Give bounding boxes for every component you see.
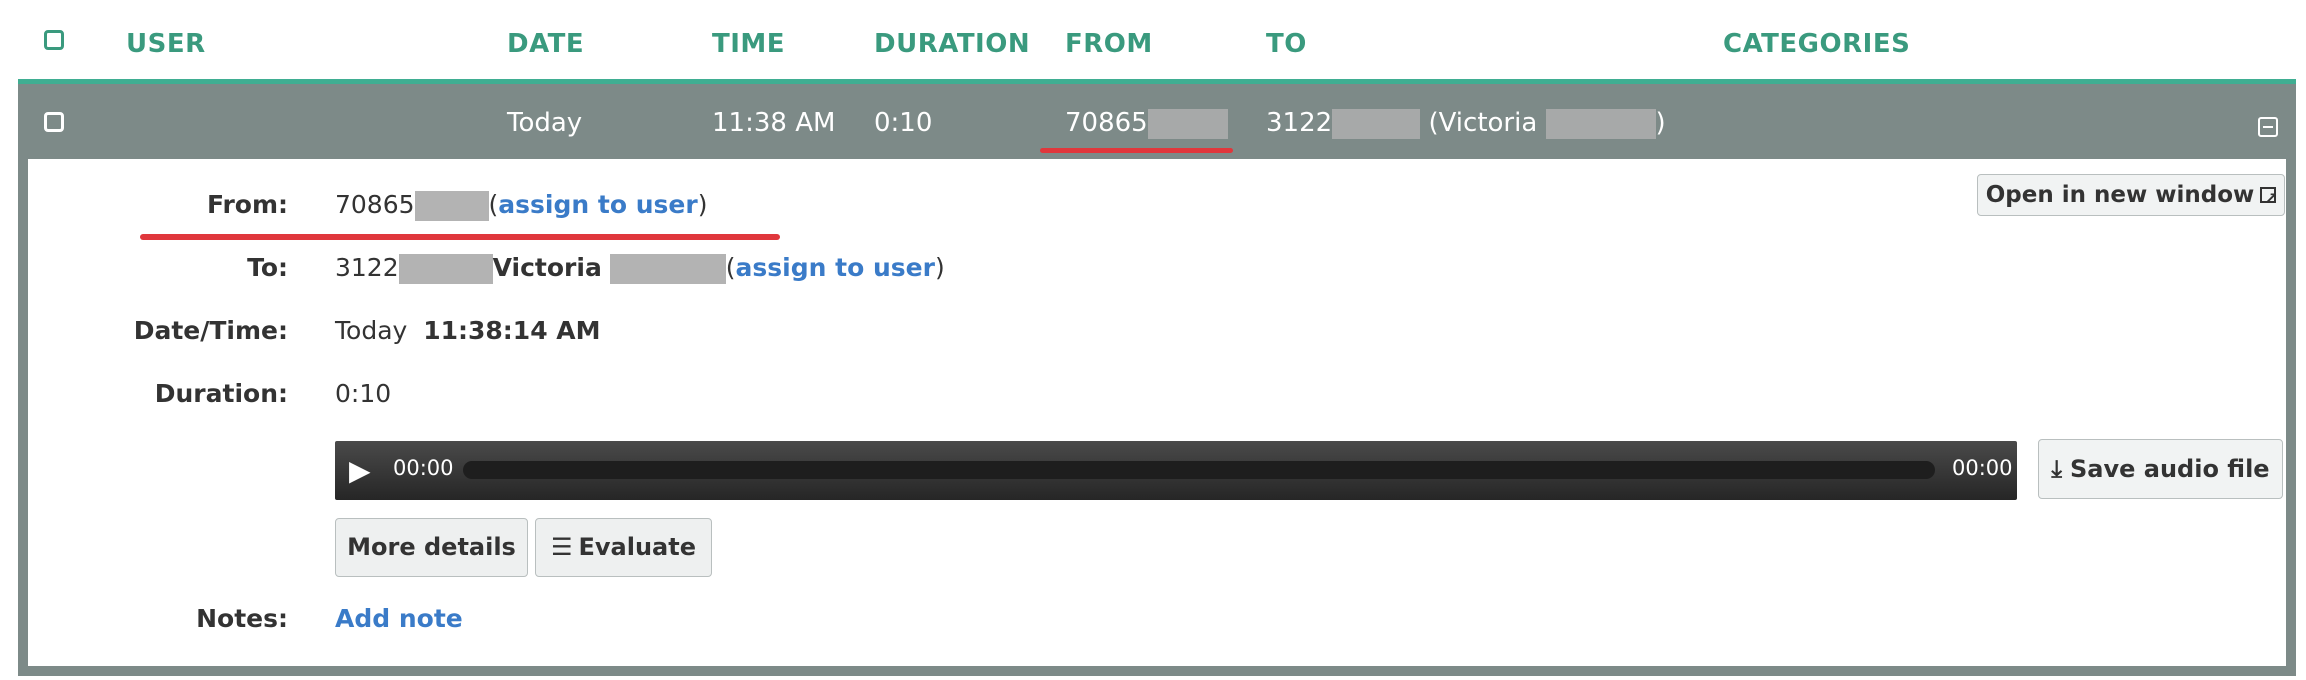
evaluate-label: Evaluate xyxy=(578,533,697,561)
row-to-close: ) xyxy=(1655,108,1666,138)
row-duration: 0:10 xyxy=(874,108,933,138)
open-new-window-label: Open in new window xyxy=(1985,182,2255,208)
open-new-window-button[interactable]: Open in new window xyxy=(1977,174,2285,219)
row-checkbox[interactable] xyxy=(44,112,64,132)
from-number: 70865 xyxy=(335,190,415,219)
row-date: Today xyxy=(507,108,583,138)
redacted-block xyxy=(398,254,493,284)
download-icon: ⤓ xyxy=(2051,455,2062,483)
add-note-link[interactable]: Add note xyxy=(335,604,463,633)
to-name: Victoria xyxy=(492,253,602,282)
redacted-block xyxy=(1545,108,1656,139)
datetime-value: Today 11:38:14 AM xyxy=(335,316,601,345)
row-to-number: 3122 xyxy=(1266,108,1333,138)
column-time[interactable]: TIME xyxy=(712,29,785,59)
audio-player: ▶ 00:00 00:00 xyxy=(335,441,2017,500)
redacted-block xyxy=(1332,108,1421,139)
call-detail-body: Open in new window From: 70865(assign to… xyxy=(28,159,2286,666)
duration-label: Duration: xyxy=(154,379,288,408)
redacted-block xyxy=(414,191,489,221)
highlight-underline xyxy=(140,234,780,240)
audio-progress-track[interactable] xyxy=(463,461,1935,479)
collapse-icon[interactable] xyxy=(2258,117,2278,137)
call-detail-panel: Open in new window From: 70865(assign to… xyxy=(18,159,2296,676)
select-all-checkbox[interactable] xyxy=(44,30,64,50)
time-value: 11:38:14 AM xyxy=(423,316,601,345)
row-to: 3122 (Victoria ) xyxy=(1266,108,1666,139)
row-to-name: (Victoria xyxy=(1428,108,1538,138)
more-details-button[interactable]: More details xyxy=(335,518,528,577)
save-audio-file-button[interactable]: ⤓ Save audio file xyxy=(2038,439,2283,499)
table-header: USER DATE TIME DURATION FROM TO CATEGORI… xyxy=(18,6,2296,79)
save-audio-label: Save audio file xyxy=(2070,455,2270,483)
player-total-time: 00:00 xyxy=(1952,456,2013,480)
assign-to-user-link-to[interactable]: assign to user xyxy=(736,253,935,282)
row-time: 11:38 AM xyxy=(712,108,836,138)
to-label: To: xyxy=(247,253,288,282)
row-from: 70865 xyxy=(1065,108,1228,139)
column-duration[interactable]: DURATION xyxy=(874,29,1030,59)
datetime-label: Date/Time: xyxy=(133,316,288,345)
external-link-icon xyxy=(2260,179,2278,219)
play-icon[interactable]: ▶ xyxy=(349,454,371,487)
player-current-time: 00:00 xyxy=(393,456,454,480)
from-label: From: xyxy=(206,190,288,219)
to-value: 3122 Victoria (assign to user) xyxy=(335,253,945,284)
column-to[interactable]: TO xyxy=(1266,29,1307,59)
row-from-number: 70865 xyxy=(1065,108,1148,138)
notes-label: Notes: xyxy=(196,604,288,633)
evaluate-button[interactable]: ☰ Evaluate xyxy=(535,518,712,577)
redacted-block xyxy=(1147,108,1228,139)
column-from[interactable]: FROM xyxy=(1065,29,1153,59)
list-icon: ☰ xyxy=(550,533,573,561)
column-date[interactable]: DATE xyxy=(507,29,584,59)
redacted-block xyxy=(609,254,726,284)
column-categories[interactable]: CATEGORIES xyxy=(1723,29,1910,59)
highlight-underline xyxy=(1040,148,1233,153)
to-number: 3122 xyxy=(335,253,399,282)
duration-value: 0:10 xyxy=(335,379,392,408)
from-value: 70865 (assign to user) xyxy=(335,190,708,221)
assign-to-user-link[interactable]: assign to user xyxy=(498,190,697,219)
column-user[interactable]: USER xyxy=(126,29,206,59)
call-log-table: USER DATE TIME DURATION FROM TO CATEGORI… xyxy=(18,6,2296,676)
date-value: Today xyxy=(335,316,408,345)
